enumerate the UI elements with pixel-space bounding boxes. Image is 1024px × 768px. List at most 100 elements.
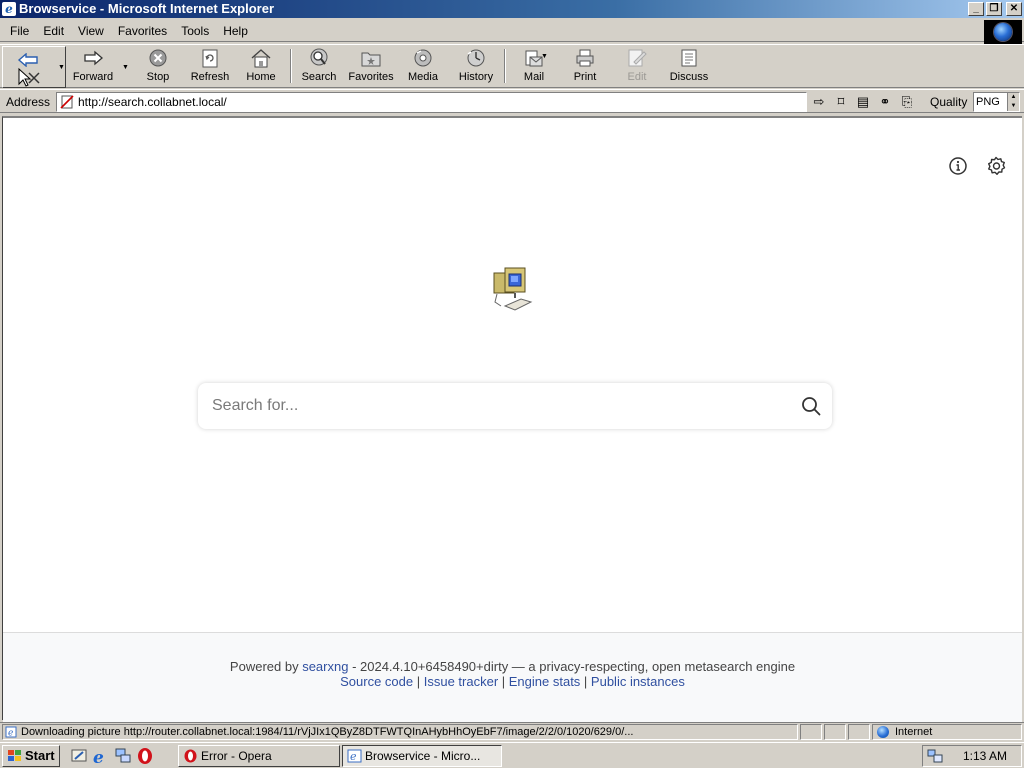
page-top-icons <box>948 156 1006 176</box>
browser-window: e Browservice - Microsoft Internet Explo… <box>0 0 1024 742</box>
start-label: Start <box>25 748 55 763</box>
svg-text:e: e <box>350 750 357 763</box>
status-pane <box>848 724 870 740</box>
back-dropdown-icon[interactable]: ▼ <box>58 64 65 71</box>
ie-app-icon[interactable]: e <box>2 2 16 16</box>
taskbar-item-opera[interactable]: Error - Opera <box>178 745 340 767</box>
history-button[interactable]: History <box>454 48 498 86</box>
stop-button[interactable]: Stop <box>140 48 176 86</box>
opera-quicklaunch-icon[interactable] <box>136 747 154 765</box>
back-button[interactable] <box>2 46 66 88</box>
discuss-label: Discuss <box>669 71 709 83</box>
forward-label: Forward <box>72 71 114 83</box>
stop-icon <box>149 49 167 67</box>
edit-label: Edit <box>627 71 647 83</box>
footer-separator: | <box>498 674 509 689</box>
menu-edit[interactable]: Edit <box>36 21 71 41</box>
history-label: History <box>458 71 494 83</box>
home-button[interactable]: Home <box>244 48 278 86</box>
favorites-toolbar-button[interactable]: Favorites <box>346 48 396 86</box>
menu-bar: File Edit View Favorites Tools Help <box>0 20 1024 42</box>
globe-icon <box>994 23 1012 41</box>
footer-powered-line: Powered by searxng - 2024.4.10+6458490+d… <box>3 659 1022 674</box>
menu-help[interactable]: Help <box>216 21 255 41</box>
maximize-button[interactable]: ❐ <box>986 2 1002 16</box>
media-button[interactable]: Media <box>404 48 442 86</box>
search-icon[interactable] <box>800 395 822 417</box>
engine-stats-link[interactable]: Engine stats <box>509 674 581 689</box>
footer-separator: | <box>580 674 591 689</box>
page-content: Powered by searxng - 2024.4.10+6458490+d… <box>2 116 1022 722</box>
minimize-button[interactable]: _ <box>968 2 984 16</box>
forward-button[interactable]: Forward <box>70 48 116 86</box>
searxng-link[interactable]: searxng <box>302 659 348 674</box>
print-label: Print <box>573 71 597 83</box>
title-bar[interactable]: e Browservice - Microsoft Internet Explo… <box>0 0 1024 18</box>
taskbar: Start e Error - Opera e Browservice - Mi… <box>0 742 1024 768</box>
mail-dropdown-icon[interactable]: ▼ <box>541 53 548 60</box>
refresh-button[interactable]: Refresh <box>187 48 233 86</box>
quality-label: Quality <box>930 95 968 109</box>
find-binoculars-icon[interactable]: ⚭ <box>876 93 894 110</box>
internet-globe-icon <box>877 726 889 738</box>
search-globe-icon <box>310 48 328 66</box>
windows-throbber <box>984 20 1022 44</box>
taskbar-item-browservice[interactable]: e Browservice - Micro... <box>342 745 502 767</box>
system-tray: 1:13 AM <box>922 745 1022 767</box>
menu-favorites[interactable]: Favorites <box>111 21 174 41</box>
svg-text:e: e <box>8 729 13 739</box>
security-zone: Internet <box>872 724 1022 740</box>
menu-file[interactable]: File <box>3 21 36 41</box>
clipboard-icon[interactable]: ▤ <box>854 93 872 110</box>
window-title: Browservice - Microsoft Internet Explore… <box>19 1 275 16</box>
go-arrow-icon[interactable]: ⇨ <box>810 93 828 110</box>
page-footer: Powered by searxng - 2024.4.10+6458490+d… <box>3 632 1022 722</box>
quality-select[interactable]: PNG ▲ ▼ <box>973 92 1020 112</box>
start-button[interactable]: Start <box>2 745 60 767</box>
forward-dropdown-icon[interactable]: ▼ <box>122 64 129 71</box>
paste-icon[interactable]: ⎘ <box>898 93 916 110</box>
window-controls: _ ❐ ✕ <box>968 2 1022 16</box>
info-icon[interactable] <box>948 156 968 176</box>
home-icon <box>251 49 271 68</box>
media-label: Media <box>408 71 438 83</box>
issue-tracker-link[interactable]: Issue tracker <box>424 674 498 689</box>
print-button[interactable]: Print <box>568 48 602 86</box>
forward-arrow-icon <box>84 50 103 66</box>
address-input[interactable]: http://search.collabnet.local/ <box>56 92 807 112</box>
close-button[interactable]: ✕ <box>1006 2 1022 16</box>
toolbar-separator <box>290 49 292 83</box>
ie-quicklaunch-icon[interactable]: e <box>92 747 110 768</box>
bookmark-icon[interactable]: ⌑ <box>832 93 850 110</box>
footer-powered-by: Powered by <box>229 659 299 674</box>
home-label: Home <box>246 71 276 83</box>
discuss-icon <box>681 49 697 67</box>
quality-spinner-icon[interactable]: ▲ ▼ <box>1007 93 1019 111</box>
menu-tools[interactable]: Tools <box>174 21 216 41</box>
show-desktop-icon[interactable] <box>70 747 88 765</box>
windows-flag-icon <box>8 750 21 761</box>
search-input[interactable] <box>212 383 792 429</box>
media-icon <box>414 49 432 67</box>
menu-view[interactable]: View <box>71 21 111 41</box>
refresh-label: Refresh <box>190 71 230 83</box>
history-icon <box>467 49 485 67</box>
broken-image-computer-icon <box>493 267 533 311</box>
discuss-button[interactable]: Discuss <box>668 48 710 86</box>
page-blocked-icon <box>60 95 74 109</box>
settings-gear-icon[interactable] <box>986 156 1006 176</box>
network-tray-icon[interactable] <box>927 749 943 763</box>
toolbar-separator <box>504 49 506 83</box>
favorites-folder-icon <box>361 52 381 67</box>
edit-icon <box>628 49 647 67</box>
search-toolbar-button[interactable]: Search <box>300 48 338 86</box>
status-pane <box>800 724 822 740</box>
source-code-link[interactable]: Source code <box>340 674 413 689</box>
network-quicklaunch-icon[interactable] <box>114 747 132 765</box>
public-instances-link[interactable]: Public instances <box>591 674 685 689</box>
footer-links: Source code | Issue tracker | Engine sta… <box>3 674 1022 689</box>
clock[interactable]: 1:13 AM <box>963 746 1007 766</box>
footer-separator: | <box>413 674 424 689</box>
back-arrow-icon <box>17 53 38 67</box>
address-tools: ⇨ ⌑ ▤ ⚭ ⎘ <box>810 93 916 110</box>
